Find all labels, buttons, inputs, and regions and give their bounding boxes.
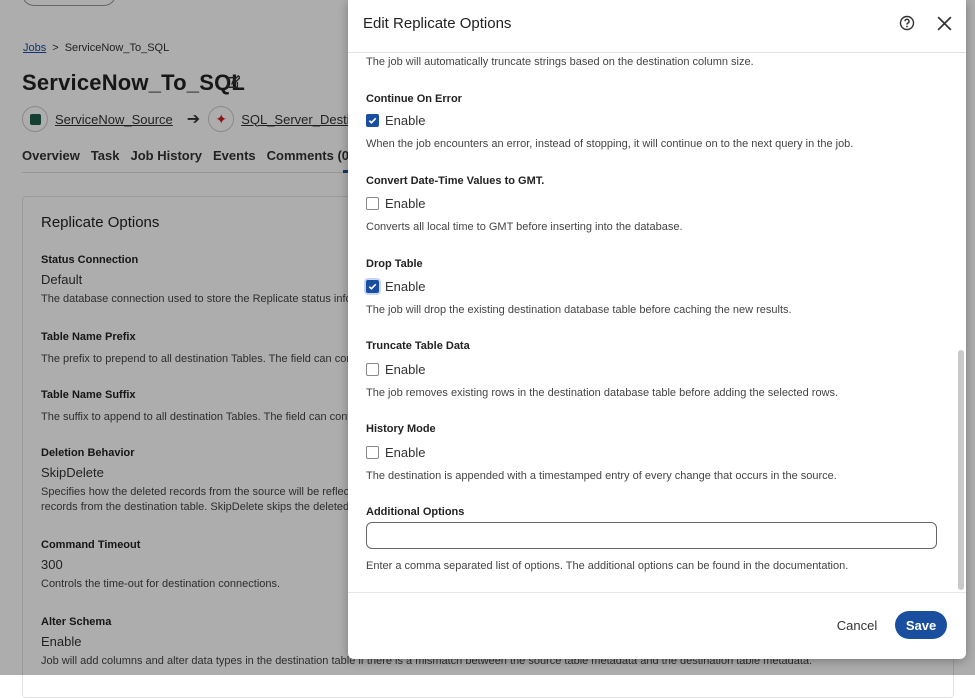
history-mode-description: The destination is appended with a times… xyxy=(366,470,837,482)
truncate-table-label: Truncate Table Data xyxy=(366,340,470,352)
cancel-button[interactable]: Cancel xyxy=(826,611,888,639)
drop-table-checkbox[interactable] xyxy=(366,280,379,293)
continue-on-error-description: When the job encounters an error, instea… xyxy=(366,138,854,150)
convert-gmt-description: Converts all local time to GMT before in… xyxy=(366,221,683,233)
truncate-table-checkbox[interactable] xyxy=(366,363,379,376)
drop-table-label: Drop Table xyxy=(366,258,423,270)
continue-on-error-checkbox[interactable] xyxy=(366,114,379,127)
continue-on-error-enable-label: Enable xyxy=(385,113,426,128)
convert-gmt-checkbox[interactable] xyxy=(366,197,379,210)
truncate-strings-description: The job will automatically truncate stri… xyxy=(366,56,754,68)
convert-gmt-enable-label: Enable xyxy=(385,196,426,211)
convert-gmt-label: Convert Date-Time Values to GMT. xyxy=(366,175,545,187)
continue-on-error-toggle[interactable]: Enable xyxy=(366,113,425,128)
additional-options-description: Enter a comma separated list of options.… xyxy=(366,560,849,572)
continue-on-error-label: Continue On Error xyxy=(366,93,462,105)
history-mode-enable-label: Enable xyxy=(385,445,426,460)
help-icon[interactable] xyxy=(899,15,915,31)
additional-options-input[interactable] xyxy=(366,522,937,549)
dialog-title: Edit Replicate Options xyxy=(363,15,512,32)
drop-table-description: The job will drop the existing destinati… xyxy=(366,304,792,316)
save-button[interactable]: Save xyxy=(895,611,947,639)
history-mode-checkbox[interactable] xyxy=(366,446,379,459)
drop-table-enable-label: Enable xyxy=(385,279,426,294)
history-mode-label: History Mode xyxy=(366,423,436,435)
truncate-table-toggle[interactable]: Enable xyxy=(366,362,425,377)
dialog-header: Edit Replicate Options xyxy=(348,0,966,53)
dialog-scrollbar-thumb[interactable] xyxy=(958,350,964,590)
truncate-table-enable-label: Enable xyxy=(385,362,426,377)
additional-options-label: Additional Options xyxy=(366,506,465,518)
convert-gmt-toggle[interactable]: Enable xyxy=(366,196,425,211)
drop-table-toggle[interactable]: Enable xyxy=(366,279,425,294)
history-mode-toggle[interactable]: Enable xyxy=(366,445,425,460)
checkmark-icon xyxy=(368,283,377,290)
checkmark-icon xyxy=(368,117,377,124)
close-icon[interactable] xyxy=(936,15,953,32)
dialog-body[interactable]: The job will automatically truncate stri… xyxy=(348,52,966,592)
edit-replicate-options-dialog: Edit Replicate Options The job will auto… xyxy=(348,0,966,659)
truncate-table-description: The job removes existing rows in the des… xyxy=(366,387,839,399)
